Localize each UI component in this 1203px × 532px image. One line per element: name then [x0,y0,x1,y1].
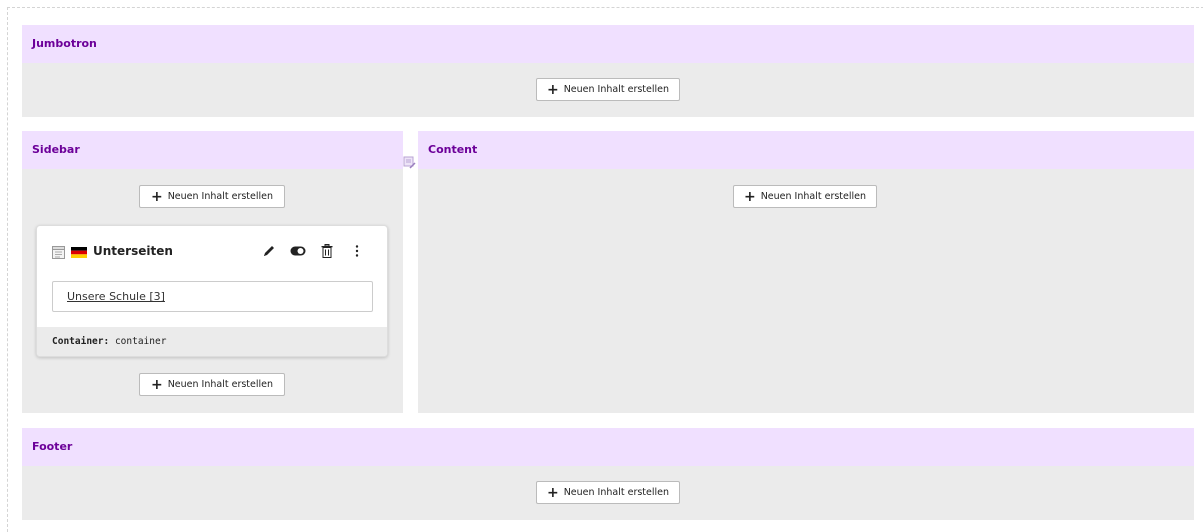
more-vertical-icon[interactable] [349,243,365,259]
page-link[interactable]: Unsere Schule [3] [52,281,373,312]
new-content-button-footer[interactable]: + Neuen Inhalt erstellen [536,481,680,504]
plus-icon: + [743,188,756,205]
new-content-button-sidebar-top[interactable]: + Neuen Inhalt erstellen [139,185,285,208]
plus-icon: + [546,81,559,98]
button-label: Neuen Inhalt erstellen [167,191,274,202]
new-content-button-sidebar-bottom[interactable]: + Neuen Inhalt erstellen [139,373,285,396]
footer-value: container [114,336,167,347]
plus-icon: + [546,484,559,501]
column-footer: Footer [22,428,1194,520]
new-content-button-content[interactable]: + Neuen Inhalt erstellen [733,185,877,208]
content-element-card: Unterseiten Unsere Schule [3] Container: [36,225,388,357]
content-element-title: Unterseiten [93,244,173,258]
column-jumbotron: Jumbotron [22,25,1194,117]
plus-icon: + [150,376,163,393]
button-label: Neuen Inhalt erstellen [167,379,274,390]
column-content: Content [418,131,1194,413]
plus-icon: + [150,188,163,205]
button-label: Neuen Inhalt erstellen [563,84,670,95]
toggle-visibility-icon[interactable] [290,243,306,259]
page-list-icon [52,246,65,259]
drag-handle-icon[interactable] [403,156,416,169]
new-content-button-jumbotron[interactable]: + Neuen Inhalt erstellen [536,78,680,101]
button-label: Neuen Inhalt erstellen [563,487,670,498]
column-header: Footer [22,428,1194,466]
german-flag-icon [71,247,87,258]
column-header: Content [418,131,1194,169]
trash-icon[interactable] [319,243,335,259]
button-label: Neuen Inhalt erstellen [760,191,867,202]
pencil-icon[interactable] [261,243,277,259]
card-footer: Container: container [37,327,387,356]
column-header: Jumbotron [22,25,1194,63]
column-header: Sidebar [22,131,403,169]
footer-label: Container: [52,336,110,347]
